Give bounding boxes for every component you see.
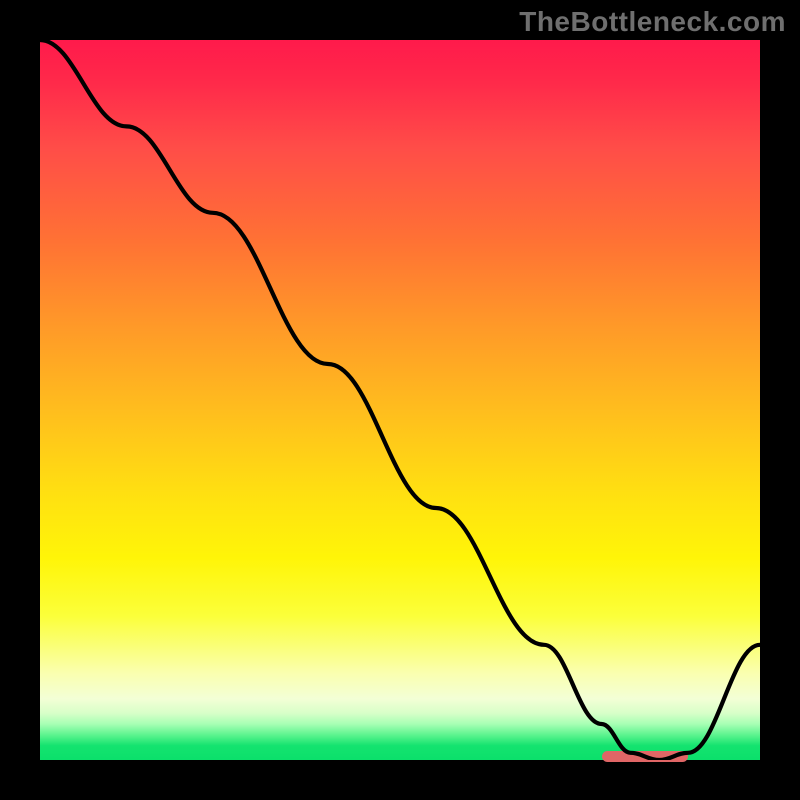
curve-path	[40, 40, 760, 760]
bottleneck-curve	[40, 40, 760, 760]
plot-area	[40, 40, 760, 760]
chart-frame: TheBottleneck.com	[0, 0, 800, 800]
watermark-text: TheBottleneck.com	[519, 6, 786, 38]
